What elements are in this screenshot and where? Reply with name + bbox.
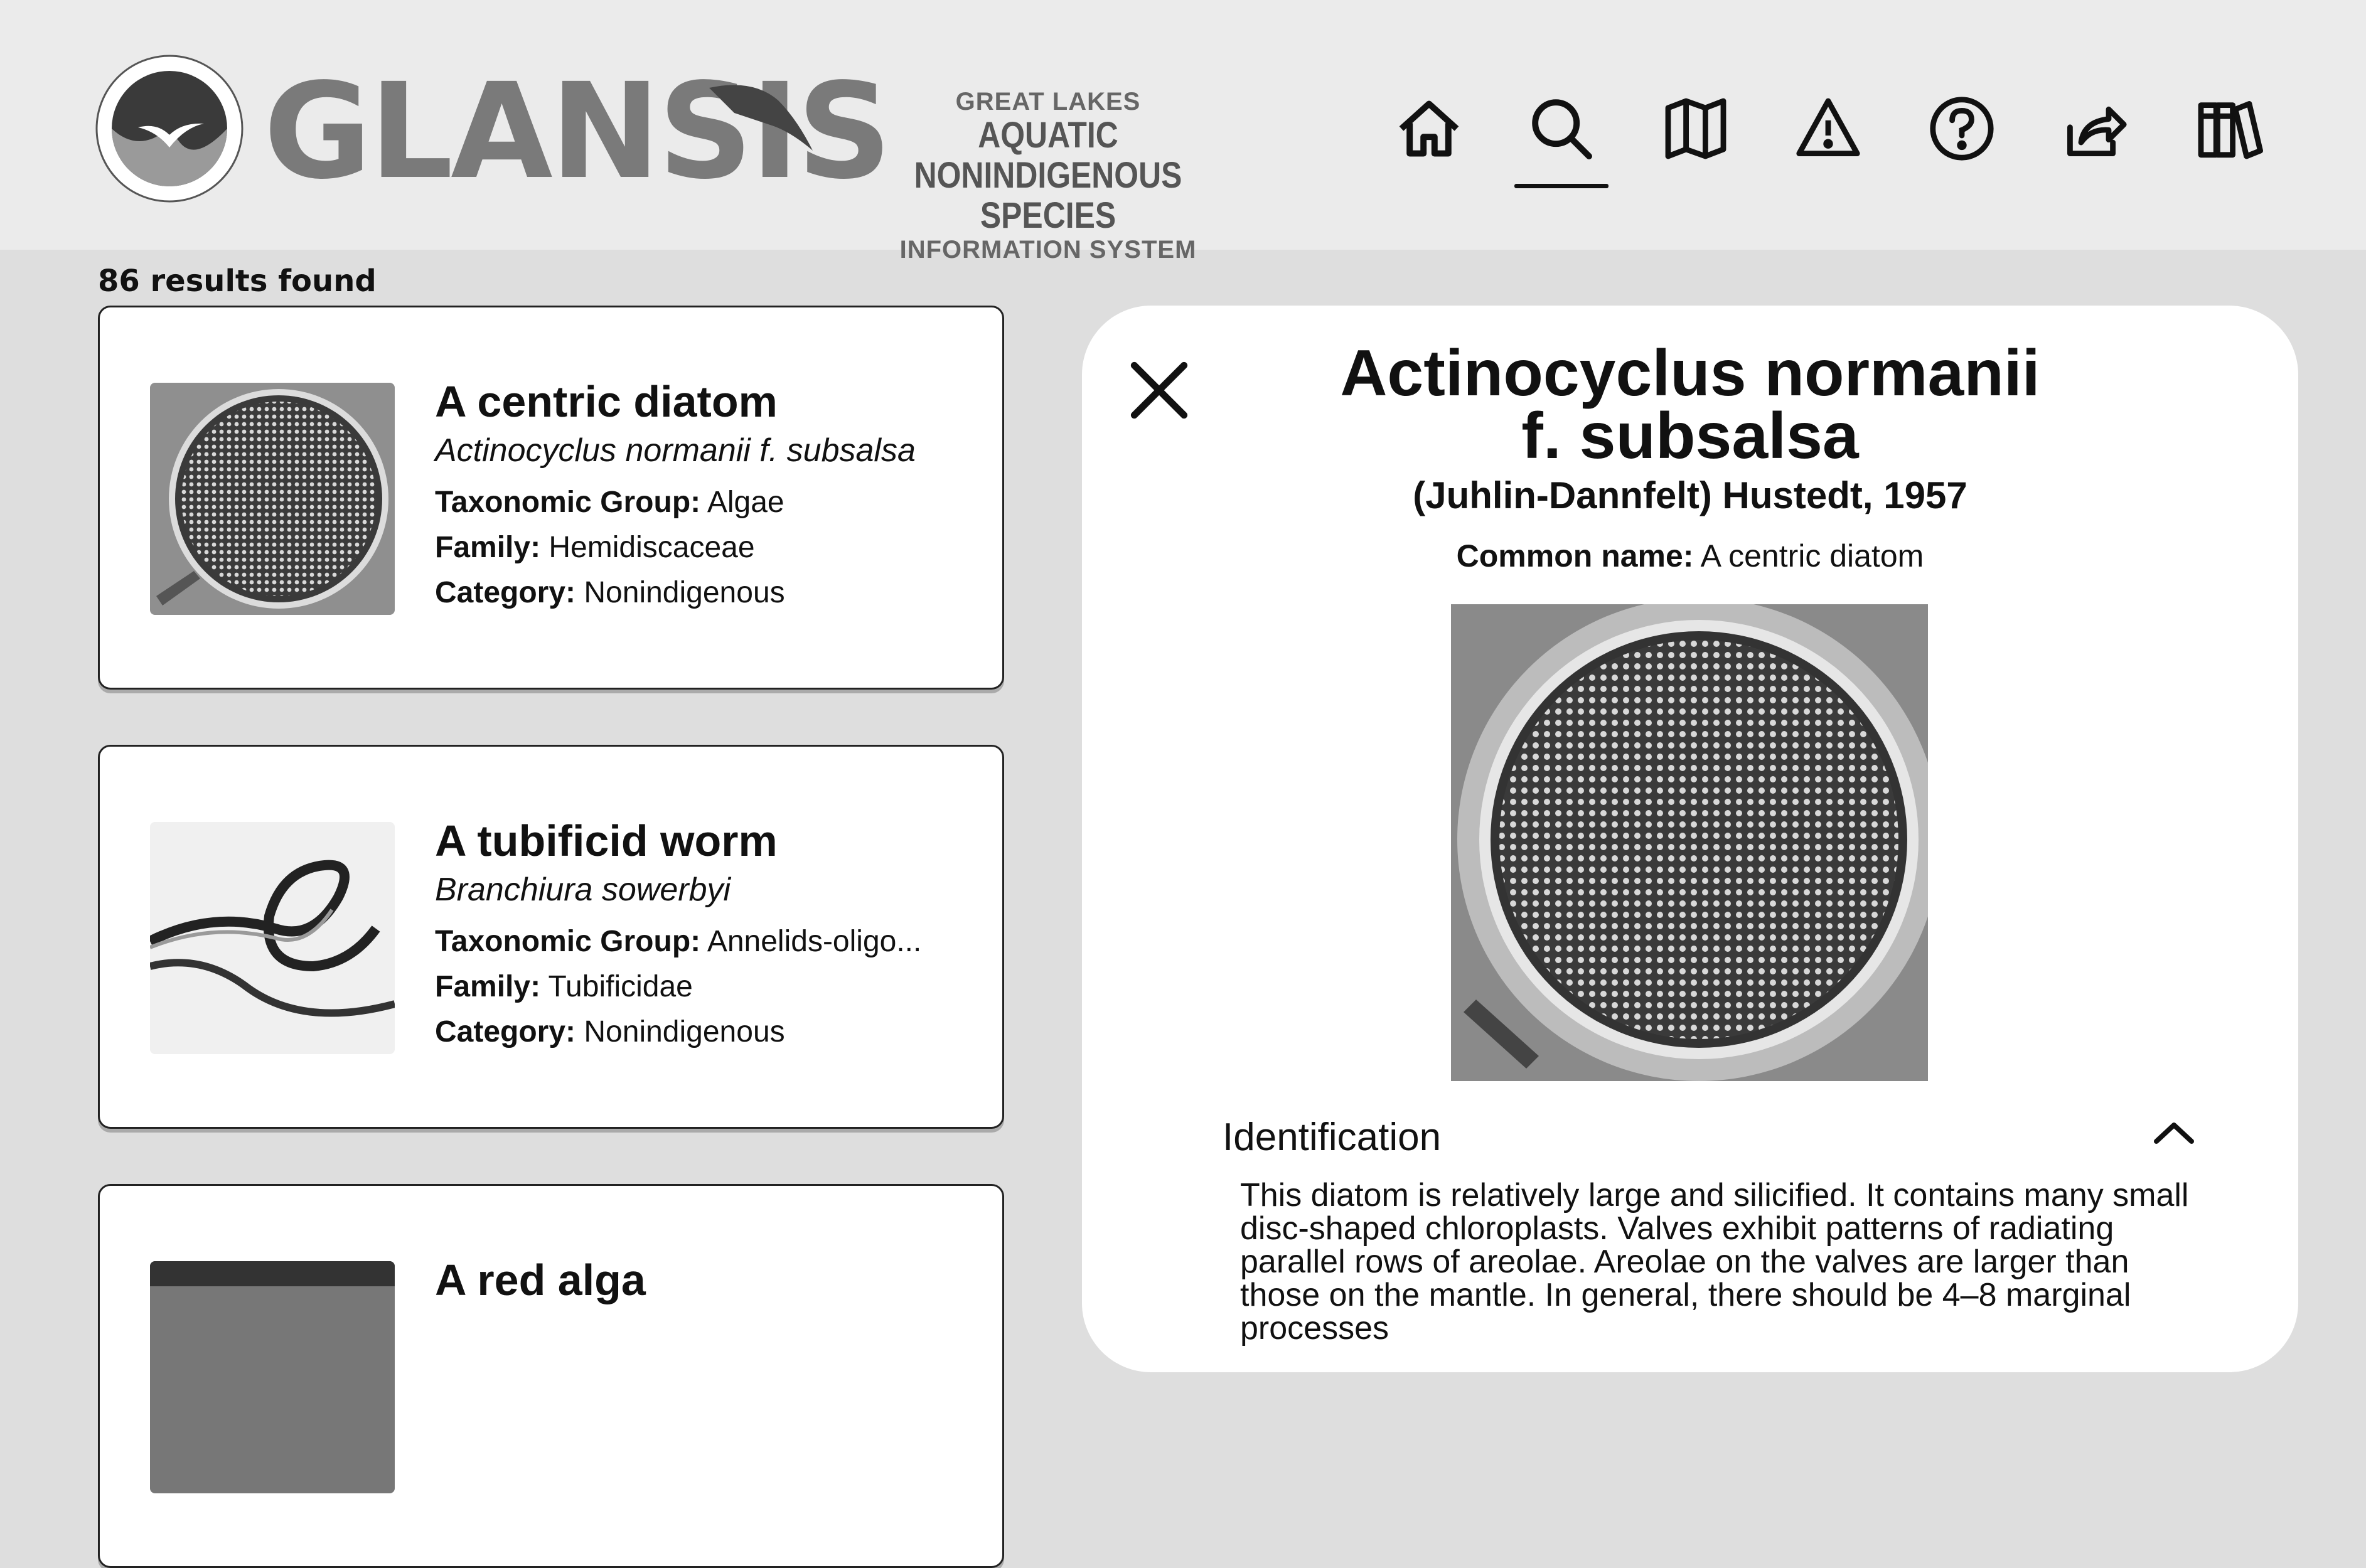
family-label: Family: [435,970,541,1003]
family-row: Family: Hemidiscaceae [435,525,990,570]
species-thumbnail [150,822,395,1054]
card-info: A centric diatom Actinocyclus normanii f… [435,373,990,616]
species-thumbnail [150,1261,395,1493]
nav-alert-button[interactable] [1781,82,1875,176]
taxonomic-group-value: Annelids-oligo... [707,925,922,958]
nav-search-button[interactable] [1514,82,1609,188]
subtitle-line2: AQUATIC NONINDIGENOUS SPECIES [914,115,1182,236]
glansis-wordmark: GLANSIS [264,66,892,198]
family-value: Tubificidae [548,970,693,1003]
taxonomic-group-row: Taxonomic Group: Algae [435,480,990,525]
taxonomic-group-value: Algae [707,486,784,519]
identification-heading[interactable]: Identification [1223,1115,1441,1160]
share-icon [2067,106,2127,157]
species-photo [1451,604,1928,1081]
map-icon [1665,98,1726,159]
common-name: A red alga [435,1256,646,1304]
alert-icon [1796,98,1860,157]
bird-icon [709,85,813,151]
result-card[interactable]: A centric diatom Actinocyclus normanii f… [98,306,1004,690]
category-value: Nonindigenous [584,1015,785,1048]
library-icon [2198,101,2263,159]
taxonomic-group-label: Taxonomic Group: [435,925,701,958]
chevron-up-icon[interactable] [2149,1114,2199,1151]
nav-library-button[interactable] [2181,82,2276,176]
search-icon [1532,99,1592,159]
category-row: Category: Nonindigenous [435,1010,990,1055]
species-title: Actinocyclus normanii f. subsalsa [1082,337,2298,472]
category-row: Category: Nonindigenous [435,570,990,616]
subtitle-line1: GREAT LAKES [955,88,1141,115]
card-info: A red alga [435,1252,990,1308]
card-info: A tubificid worm Branchiura sowerbyi Tax… [435,813,990,1055]
result-card[interactable]: A red alga [98,1184,1004,1568]
title-line1: Actinocyclus normanii [1340,337,2040,410]
result-card[interactable]: A tubificid worm Branchiura sowerbyi Tax… [98,745,1004,1129]
category-label: Category: [435,576,576,609]
results-count: 86 results found [98,264,377,299]
family-value: Hemidiscaceae [549,531,755,564]
category-label: Category: [435,1015,576,1048]
taxonomic-group-row: Taxonomic Group: Annelids-oligo... [435,919,990,964]
nav-help-button[interactable] [1915,82,2009,176]
family-label: Family: [435,531,541,564]
category-value: Nonindigenous [584,576,785,609]
family-row: Family: Tubificidae [435,964,990,1010]
scientific-name: Actinocyclus normanii f. subsalsa [435,432,916,469]
common-name-label: Common name: [1456,538,1694,573]
common-name: A centric diatom [435,377,778,426]
common-name: A tubificid worm [435,816,778,865]
home-icon [1399,100,1459,157]
nav-share-button[interactable] [2048,82,2142,176]
title-line2: f. subsalsa [1521,400,1859,472]
common-name-value: A centric diatom [1700,538,1924,573]
common-name-line: Common name: A centric diatom [1082,538,2298,574]
system-subtitle: GREAT LAKES AQUATIC NONINDIGENOUS SPECIE… [810,88,1287,264]
noaa-logo [95,55,244,203]
species-authority: (Juhlin-Dannfelt) Hustedt, 1957 [1413,474,1967,516]
nav-home-button[interactable] [1382,82,1476,176]
species-detail-panel: Actinocyclus normanii f. subsalsa (Juhli… [1082,306,2298,1372]
subtitle-line3: INFORMATION SYSTEM [899,236,1197,264]
scientific-name: Branchiura sowerbyi [435,872,731,908]
help-icon [1930,97,1994,161]
app-header: GLANSIS GREAT LAKES AQUATIC NONINDIGENOU… [0,0,2366,264]
identification-text: This diatom is relatively large and sili… [1240,1177,2189,1347]
taxonomic-group-label: Taxonomic Group: [435,486,701,519]
species-thumbnail [150,383,395,615]
nav-map-button[interactable] [1649,82,1743,176]
